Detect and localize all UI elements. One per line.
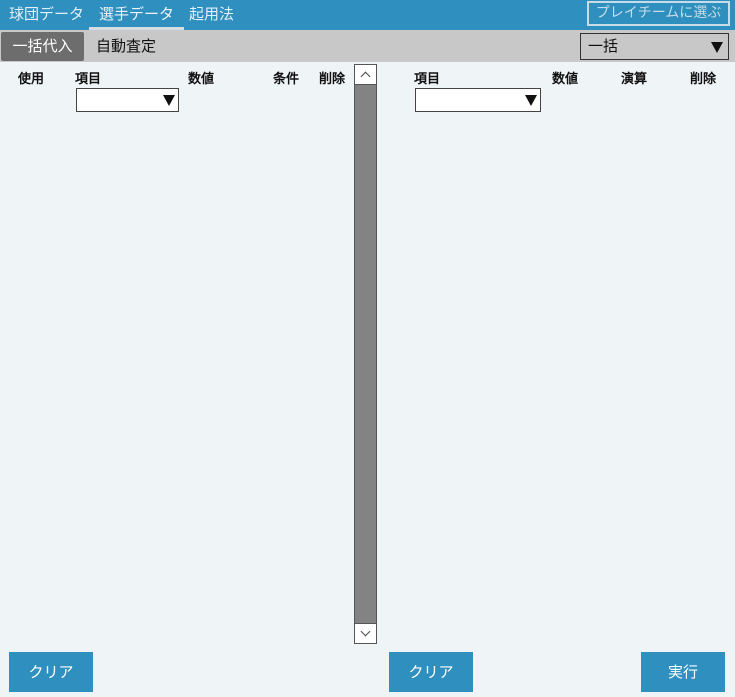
bulk-assign-button[interactable]: 一括代入 [1, 32, 84, 61]
tab-usage[interactable]: 起用法 [189, 0, 234, 30]
header-item: 項目 [75, 72, 102, 87]
top-tab-bar: 球団データ 選手データ 起用法 プレイチームに選ぶ [0, 0, 735, 30]
header-value-right: 数値 [552, 72, 579, 87]
right-clear-button[interactable]: クリア [389, 652, 473, 692]
header-item-right: 項目 [414, 72, 441, 87]
triangle-down-icon [163, 95, 175, 106]
toolbar: 一括代入 自動査定 一括 [0, 30, 735, 62]
scroll-up-button[interactable] [355, 65, 376, 84]
chevron-up-icon [360, 71, 371, 82]
header-operation: 演算 [621, 72, 648, 87]
execute-button[interactable]: 実行 [641, 652, 725, 692]
left-item-dropdown[interactable] [76, 88, 179, 112]
scroll-down-button[interactable] [355, 624, 376, 643]
left-clear-button[interactable]: クリア [9, 652, 93, 692]
pick-team-button[interactable]: プレイチームに選ぶ [587, 1, 730, 26]
right-item-dropdown[interactable] [415, 88, 541, 112]
chevron-down-icon [360, 626, 371, 637]
tab-team-data[interactable]: 球団データ [9, 0, 84, 30]
header-delete-right: 削除 [690, 72, 717, 87]
tab-player-data[interactable]: 選手データ [89, 0, 185, 30]
scrollbar-track[interactable] [355, 84, 376, 624]
mode-select-value: 一括 [588, 37, 619, 55]
toolbar-title: 自動査定 [96, 37, 157, 55]
mode-select[interactable]: 一括 [580, 33, 729, 60]
header-condition: 条件 [273, 72, 300, 87]
vertical-scrollbar[interactable] [354, 64, 377, 644]
header-value: 数値 [188, 72, 215, 87]
header-delete: 削除 [319, 72, 346, 87]
triangle-down-icon [525, 95, 537, 106]
triangle-down-icon [711, 42, 723, 53]
header-use: 使用 [18, 72, 45, 87]
